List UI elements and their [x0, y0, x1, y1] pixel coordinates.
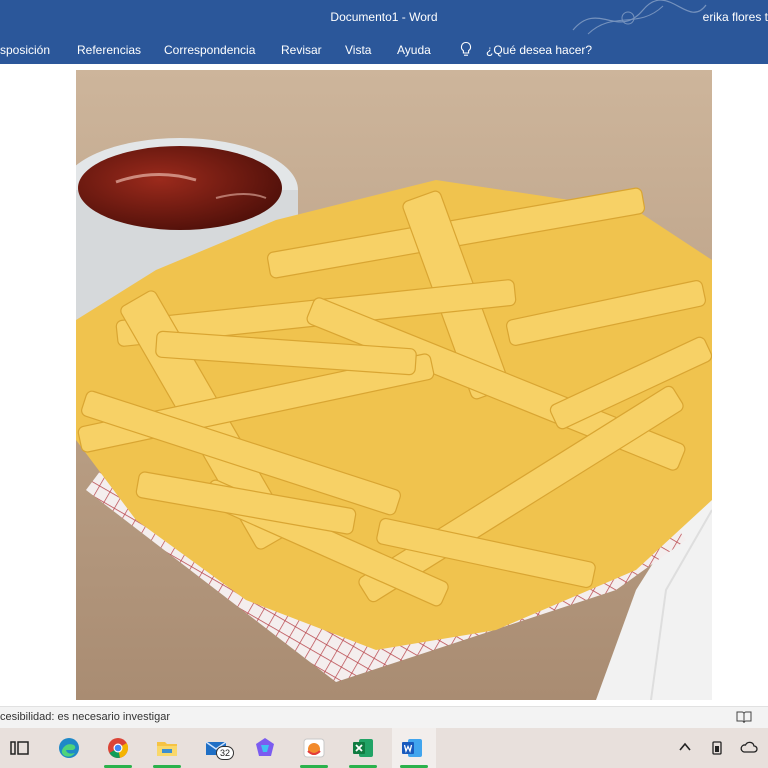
tab-disposicion[interactable]: sposición	[0, 43, 50, 57]
tab-correspondencia[interactable]: Correspondencia	[164, 43, 255, 57]
mail-unread-badge: 32	[216, 746, 234, 760]
tell-me-search[interactable]: ¿Qué desea hacer?	[486, 43, 592, 57]
document-page	[0, 64, 768, 706]
accessibility-status[interactable]: cesibilidad: es necesario investigar	[0, 711, 170, 723]
chrome-button[interactable]	[98, 728, 138, 768]
copilot-icon	[256, 738, 274, 756]
excel-icon	[353, 739, 373, 757]
tab-referencias[interactable]: Referencias	[77, 43, 141, 57]
status-bar: cesibilidad: es necesario investigar	[0, 706, 768, 728]
battery-icon[interactable]	[710, 740, 724, 756]
file-explorer-button[interactable]	[147, 728, 187, 768]
ribbon-tabs: sposición Referencias Correspondencia Re…	[0, 36, 768, 64]
french-fries-image[interactable]	[76, 70, 712, 700]
edge-icon	[59, 738, 79, 758]
task-view-icon	[10, 741, 29, 755]
excel-button[interactable]	[343, 728, 383, 768]
word-icon	[402, 739, 422, 757]
user-name[interactable]: erika flores t	[703, 10, 768, 24]
taskbar: 32	[0, 728, 768, 768]
tab-revisar[interactable]: Revisar	[281, 43, 322, 57]
word-button[interactable]	[392, 728, 436, 768]
photos-button[interactable]	[294, 728, 334, 768]
read-mode-icon[interactable]	[736, 710, 752, 724]
chevron-up-icon[interactable]	[678, 740, 692, 754]
mail-button[interactable]: 32	[196, 728, 236, 768]
window-title: Documento1 - Word	[330, 10, 438, 24]
photos-icon	[303, 738, 325, 758]
chrome-icon	[108, 738, 129, 758]
edge-button[interactable]	[49, 728, 89, 768]
copilot-button[interactable]	[245, 728, 285, 768]
lightbulb-icon	[460, 41, 472, 56]
title-bar: Documento1 - Word erika flores t	[0, 0, 768, 36]
tab-vista[interactable]: Vista	[345, 43, 371, 57]
folder-icon	[157, 742, 177, 756]
onedrive-cloud-icon[interactable]	[740, 740, 758, 754]
task-view-button[interactable]	[0, 728, 40, 768]
tab-ayuda[interactable]: Ayuda	[397, 43, 431, 57]
